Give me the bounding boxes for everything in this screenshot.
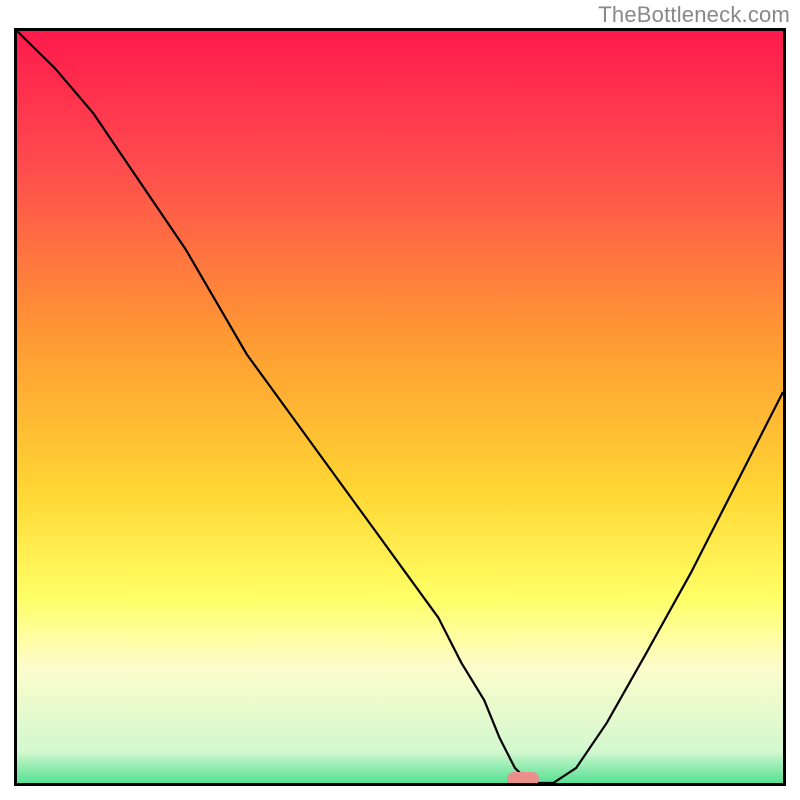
plot-area: [14, 28, 786, 786]
curve-layer: [17, 31, 783, 783]
watermark-label: TheBottleneck.com: [598, 2, 790, 28]
optimal-marker: [507, 772, 539, 786]
bottleneck-curve-path: [17, 31, 783, 783]
chart-container: TheBottleneck.com: [0, 0, 800, 800]
